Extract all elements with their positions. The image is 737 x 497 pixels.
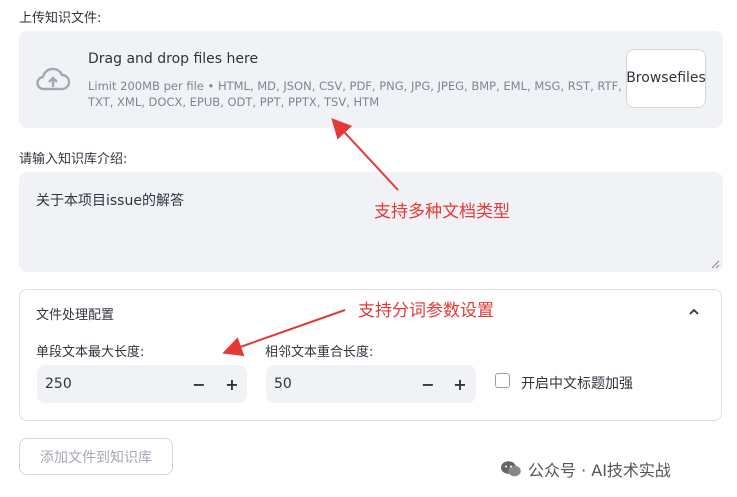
- overlap-value: 50: [274, 376, 292, 392]
- chunk-size-label: 单段文本最大长度:: [36, 345, 145, 360]
- overlap-input[interactable]: [266, 365, 476, 403]
- intro-textarea-value: 关于本项目issue的解答: [36, 193, 184, 209]
- intro-label: 请输入知识库介绍:: [19, 152, 128, 167]
- zh-title-enhance-label[interactable]: 开启中文标题加强: [521, 373, 633, 393]
- chunk-size-increment-button[interactable]: +: [222, 374, 242, 394]
- chevron-up-icon[interactable]: [687, 305, 701, 319]
- watermark-text: 公众号 · AI技术实战: [528, 461, 671, 480]
- dropzone-title: Drag and drop files here: [88, 51, 259, 67]
- overlap-increment-button[interactable]: +: [450, 374, 470, 394]
- annotation-doc-types: 支持多种文档类型: [374, 202, 510, 222]
- upload-label: 上传知识文件:: [19, 11, 102, 26]
- chunk-size-decrement-button[interactable]: −: [189, 374, 209, 394]
- watermark: 公众号 · AI技术实战: [500, 457, 671, 481]
- chunk-size-value: 250: [45, 376, 72, 392]
- dropzone-limit-text: Limit 200MB per file • HTML, MD, JSON, C…: [88, 79, 622, 109]
- overlap-decrement-button[interactable]: −: [418, 374, 438, 394]
- config-expander-title[interactable]: 文件处理配置: [36, 304, 114, 323]
- resize-grip-icon[interactable]: [709, 258, 720, 269]
- overlap-label: 相邻文本重合长度:: [265, 345, 374, 360]
- wechat-icon: [501, 461, 521, 477]
- browse-files-button[interactable]: Browse files: [626, 49, 706, 108]
- cloud-upload-icon: [36, 67, 71, 91]
- annotation-split-params: 支持分词参数设置: [358, 301, 494, 321]
- zh-title-enhance-checkbox[interactable]: [495, 373, 510, 388]
- intro-textarea[interactable]: [19, 172, 723, 272]
- add-to-kb-button[interactable]: 添加文件到知识库: [19, 438, 173, 475]
